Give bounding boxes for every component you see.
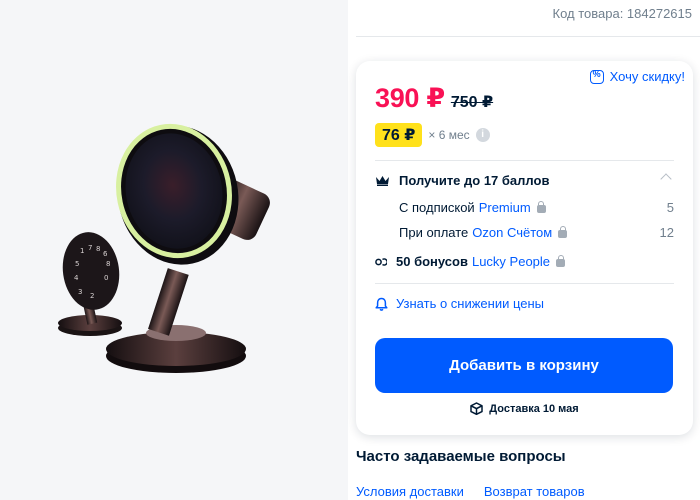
svg-text:1: 1 [80, 247, 84, 255]
installment-term: × 6 мес [428, 128, 470, 142]
svg-text:2: 2 [90, 292, 94, 300]
points-row-label: При оплате [399, 225, 469, 240]
faq-links: Условия доставки Возврат товаров [356, 484, 585, 499]
lock-icon [536, 200, 546, 213]
lock-icon [556, 254, 566, 267]
current-price: 390 ₽ [375, 83, 445, 113]
svg-text:4: 4 [74, 274, 79, 282]
svg-text:3: 3 [78, 288, 82, 296]
info-icon[interactable]: i [475, 128, 490, 142]
crown-icon [376, 176, 389, 186]
installment-amount[interactable]: 76 ₽ [375, 123, 423, 147]
svg-text:5: 5 [75, 260, 79, 268]
bell-icon [375, 297, 388, 311]
divider [375, 283, 674, 284]
points-row-premium: С подпиской Premium 5 [399, 200, 674, 215]
lucky-people-icon [375, 257, 387, 266]
discount-tag-icon [589, 69, 604, 84]
old-price: 750 ₽ [450, 94, 494, 111]
want-discount-link[interactable]: Хочу скидку! [589, 69, 685, 84]
installment-row: 76 ₽ × 6 мес i [375, 123, 490, 147]
want-discount-label: Хочу скидку! [609, 69, 685, 84]
ozon-account-link[interactable]: Ozon Счётом [472, 225, 552, 240]
chevron-up-icon[interactable] [660, 173, 672, 185]
product-gallery[interactable]: 1786 58 40 32 [0, 0, 348, 500]
svg-text:7: 7 [88, 244, 92, 252]
points-header-label: Получите до 17 баллов [399, 173, 550, 188]
divider [356, 36, 700, 37]
bonus-amount: 50 бонусов [396, 254, 468, 269]
delivery-terms-link[interactable]: Условия доставки [356, 484, 464, 499]
delivery-info: Доставка 10 мая [356, 402, 693, 415]
delivery-label: Доставка 10 мая [489, 402, 579, 415]
bonus-row: 50 бонусов Lucky People [375, 254, 674, 269]
product-sku: Код товара: 184272615 [552, 6, 693, 21]
points-row-label: С подпиской [399, 200, 475, 215]
returns-link[interactable]: Возврат товаров [484, 484, 585, 499]
price-row: 390 ₽ 750 ₽ [375, 83, 493, 114]
add-to-cart-button[interactable]: Добавить в корзину [375, 338, 673, 393]
points-row-value: 12 [659, 225, 674, 240]
box-icon [470, 402, 484, 415]
svg-text:8: 8 [106, 260, 110, 268]
faq-title: Часто задаваемые вопросы [356, 448, 566, 465]
svg-text:6: 6 [103, 250, 108, 258]
lucky-people-link[interactable]: Lucky People [472, 254, 550, 269]
divider [375, 160, 674, 161]
notify-label: Узнать о снижении цены [396, 296, 545, 311]
svg-text:8: 8 [96, 245, 100, 253]
svg-text:0: 0 [104, 274, 108, 282]
price-drop-notify-link[interactable]: Узнать о снижении цены [375, 296, 544, 311]
points-row-value: 5 [666, 200, 674, 215]
points-row-ozon-account: При оплате Ozon Счётом 12 [399, 225, 674, 240]
buy-card: Хочу скидку! 390 ₽ 750 ₽ 76 ₽ × 6 мес i … [356, 61, 693, 435]
product-image: 1 7 86 58 40 32 [58, 123, 270, 373]
lock-icon [558, 225, 568, 238]
points-header[interactable]: Получите до 17 баллов [375, 173, 674, 188]
premium-link[interactable]: Premium [479, 200, 531, 215]
